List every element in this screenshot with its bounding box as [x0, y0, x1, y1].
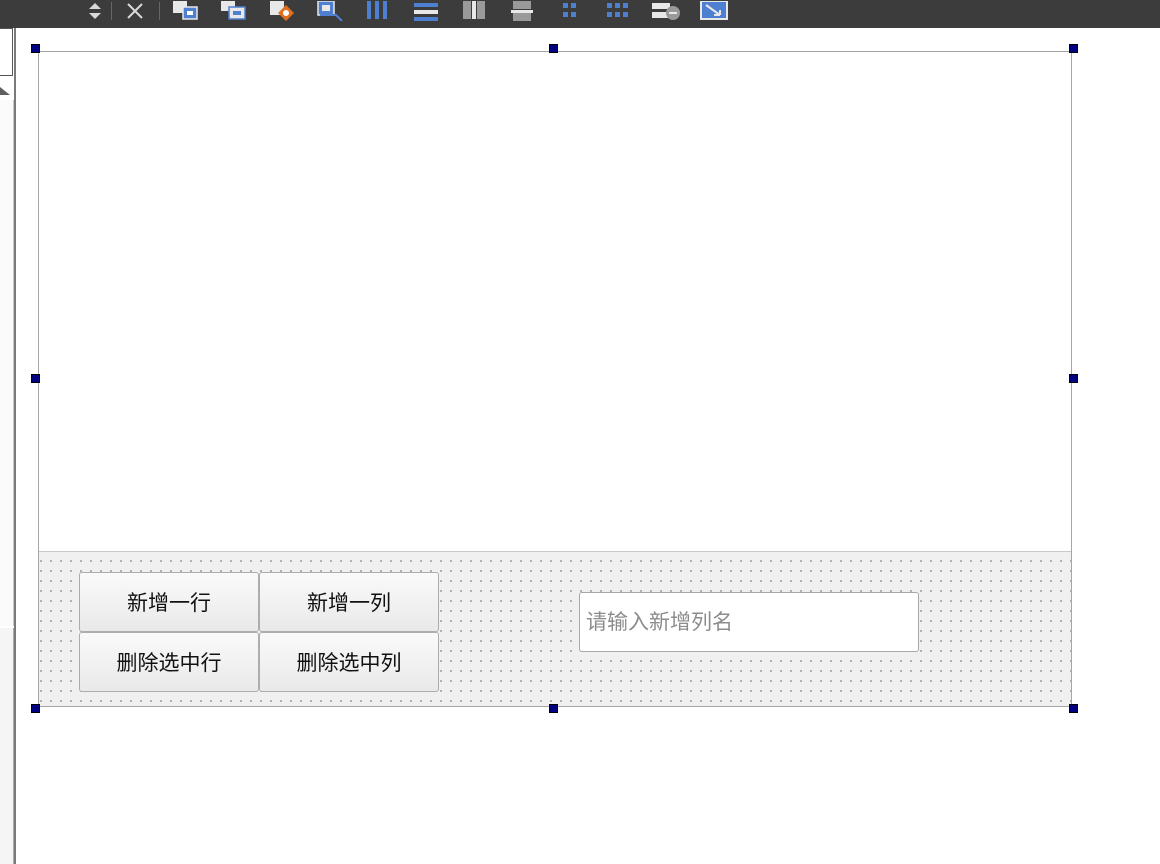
layout-grid-icon[interactable]: [603, 0, 633, 22]
resize-handle-bottom-right[interactable]: [1069, 704, 1078, 713]
resize-handle-top[interactable]: [549, 44, 558, 53]
left-side-panel: [0, 28, 14, 864]
resize-handle-top-right[interactable]: [1069, 44, 1078, 53]
break-layout-icon[interactable]: [651, 0, 681, 22]
resize-handle-bottom-left[interactable]: [31, 704, 40, 713]
table-widget[interactable]: [39, 52, 1071, 552]
button-panel: 新增一行 新增一列 删除选中行 删除选中列: [39, 552, 1071, 706]
resize-handle-left[interactable]: [31, 374, 40, 383]
layout-horizontal-icon[interactable]: [362, 0, 392, 22]
widget-group-icon[interactable]: [218, 0, 248, 22]
layout-form-icon[interactable]: [555, 0, 585, 22]
adjust-size-icon[interactable]: [699, 0, 729, 22]
close-x-icon[interactable]: [120, 0, 150, 22]
sort-updown-icon[interactable]: [80, 0, 110, 22]
resize-handle-top-left[interactable]: [31, 44, 40, 53]
left-panel-header: [0, 28, 13, 76]
scroll-arrow-icon[interactable]: [0, 82, 12, 95]
widget-box-icon[interactable]: [170, 0, 200, 22]
delete-column-button[interactable]: 删除选中列: [259, 632, 439, 692]
left-panel-lower: [0, 628, 14, 864]
toolbar-separator: [111, 2, 112, 20]
panel-divider[interactable]: [14, 28, 16, 864]
left-panel-scroll-track[interactable]: [0, 100, 14, 626]
delete-row-button[interactable]: 删除选中行: [79, 632, 259, 692]
add-column-button[interactable]: 新增一列: [259, 572, 439, 632]
resize-handle-bottom[interactable]: [549, 704, 558, 713]
designer-toolbar: [0, 0, 1160, 28]
add-row-button[interactable]: 新增一行: [79, 572, 259, 632]
toolbar-separator: [159, 2, 160, 20]
layout-hsplitter-icon[interactable]: [459, 0, 489, 22]
designer-form[interactable]: 新增一行 新增一列 删除选中行 删除选中列: [38, 51, 1072, 707]
edit-tab-order-icon[interactable]: [267, 0, 297, 22]
resize-handle-right[interactable]: [1069, 374, 1078, 383]
layout-vertical-icon[interactable]: [411, 0, 441, 22]
edit-buddies-icon[interactable]: [315, 0, 345, 22]
layout-vsplitter-icon[interactable]: [507, 0, 537, 22]
new-column-name-input[interactable]: [579, 592, 919, 652]
